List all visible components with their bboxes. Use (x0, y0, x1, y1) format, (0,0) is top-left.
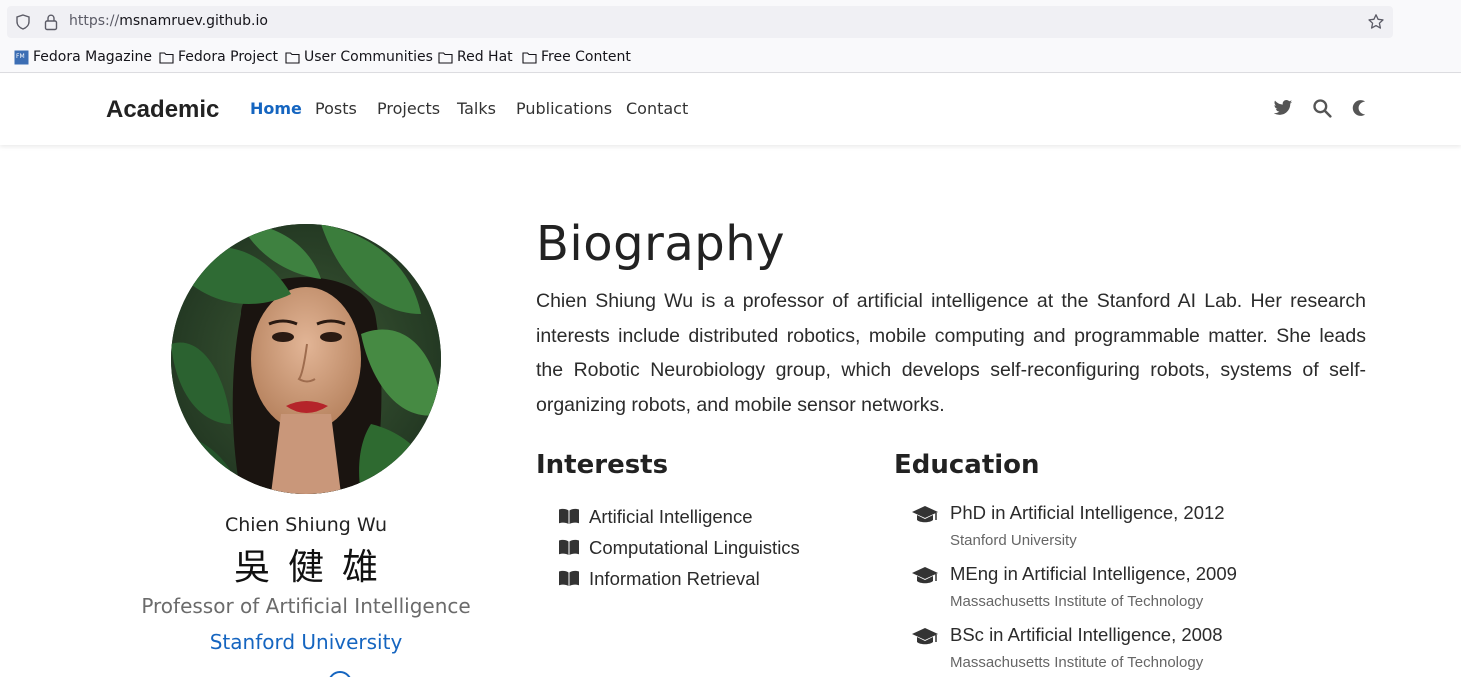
folder-icon (438, 51, 453, 64)
address-bar[interactable]: https://msnamruev.github.io (7, 6, 1393, 38)
interest-label: Artificial Intelligence (589, 505, 753, 527)
lock-icon[interactable] (43, 13, 59, 31)
education-list: PhD in Artificial Intelligence, 2012 Sta… (911, 500, 1237, 677)
folder-icon (522, 51, 537, 64)
bookmark-label: User Communities (304, 49, 433, 65)
avatar-portrait (171, 224, 441, 494)
profile-name-chinese: 吳健雄 (233, 547, 396, 588)
folder-icon (285, 51, 300, 64)
bookmark-label: Free Content (541, 49, 631, 65)
twitter-icon[interactable] (1273, 98, 1293, 118)
search-icon[interactable] (1312, 98, 1332, 118)
education-heading: Education (894, 450, 1040, 480)
book-icon (559, 539, 579, 555)
fedora-magazine-icon: FM (14, 50, 29, 64)
nav-posts[interactable]: Posts (315, 99, 357, 118)
profile-role: Professor of Artificial Intelligence (141, 594, 471, 618)
book-icon (559, 570, 579, 586)
social-icon-partial[interactable] (328, 671, 352, 677)
degree-title: PhD in Artificial Intelligence, 2012 (950, 502, 1225, 523)
degree-title: MEng in Artificial Intelligence, 2009 (950, 563, 1237, 584)
site-brand[interactable]: Academic (106, 96, 219, 124)
biography-text: Chien Shiung Wu is a professor of artifi… (536, 290, 1366, 416)
graduation-cap-icon (912, 628, 938, 645)
book-icon (559, 508, 579, 524)
interest-label: Information Retrieval (589, 567, 760, 589)
bookmark-user-communities[interactable]: User Communities (285, 49, 433, 65)
list-item: Artificial Intelligence (558, 501, 800, 532)
nav-projects[interactable]: Projects (377, 99, 440, 118)
url-text[interactable]: https://msnamruev.github.io (69, 13, 268, 29)
list-item: PhD in Artificial Intelligence, 2012 Sta… (911, 500, 1237, 561)
bookmark-label: Red Hat (457, 49, 513, 65)
bookmark-label: Fedora Project (178, 49, 279, 65)
list-item: BSc in Artificial Intelligence, 2008 Mas… (911, 622, 1237, 677)
bookmark-fedora-magazine[interactable]: FM Fedora Magazine (14, 49, 152, 65)
graduation-cap-icon (912, 506, 938, 523)
degree-title: BSc in Artificial Intelligence, 2008 (950, 624, 1223, 645)
profile-name: Chien Shiung Wu (224, 514, 388, 536)
nav-publications[interactable]: Publications (516, 99, 612, 118)
interest-label: Computational Linguistics (589, 536, 800, 558)
graduation-cap-icon (912, 567, 938, 584)
interests-heading: Interests (536, 450, 669, 480)
interests-list: Artificial Intelligence Computational Li… (558, 501, 800, 594)
bookmark-fedora-project[interactable]: Fedora Project (159, 49, 278, 65)
degree-institution: Massachusetts Institute of Technology (950, 593, 1204, 610)
list-item: Information Retrieval (558, 563, 800, 594)
browser-toolbar: https://msnamruev.github.io (0, 0, 1461, 44)
degree-institution: Stanford University (950, 532, 1077, 549)
list-item: MEng in Artificial Intelligence, 2009 Ma… (911, 561, 1237, 622)
bookmark-red-hat[interactable]: Red Hat (438, 49, 513, 65)
nav-home[interactable]: Home (250, 99, 302, 118)
bookmark-star-icon[interactable] (1367, 13, 1385, 31)
bookmark-label: Fedora Magazine (33, 49, 152, 65)
svg-text:FM: FM (16, 53, 25, 60)
degree-institution: Massachusetts Institute of Technology (950, 654, 1204, 671)
profile-avatar (171, 224, 441, 494)
moon-icon[interactable] (1349, 98, 1369, 118)
biography-heading: Biography (536, 216, 786, 272)
nav-talks[interactable]: Talks (457, 99, 496, 118)
bookmark-free-content[interactable]: Free Content (522, 49, 631, 65)
tracking-shield-icon[interactable] (15, 14, 31, 30)
list-item: Computational Linguistics (558, 532, 800, 563)
bookmarks-toolbar: FM Fedora Magazine Fedora Project User C… (0, 44, 1461, 73)
site-navbar: Academic Home Posts Projects Talks Publi… (0, 74, 1461, 145)
folder-icon (159, 51, 174, 64)
profile-organization-link[interactable]: Stanford University (106, 630, 506, 654)
nav-contact[interactable]: Contact (626, 99, 688, 118)
